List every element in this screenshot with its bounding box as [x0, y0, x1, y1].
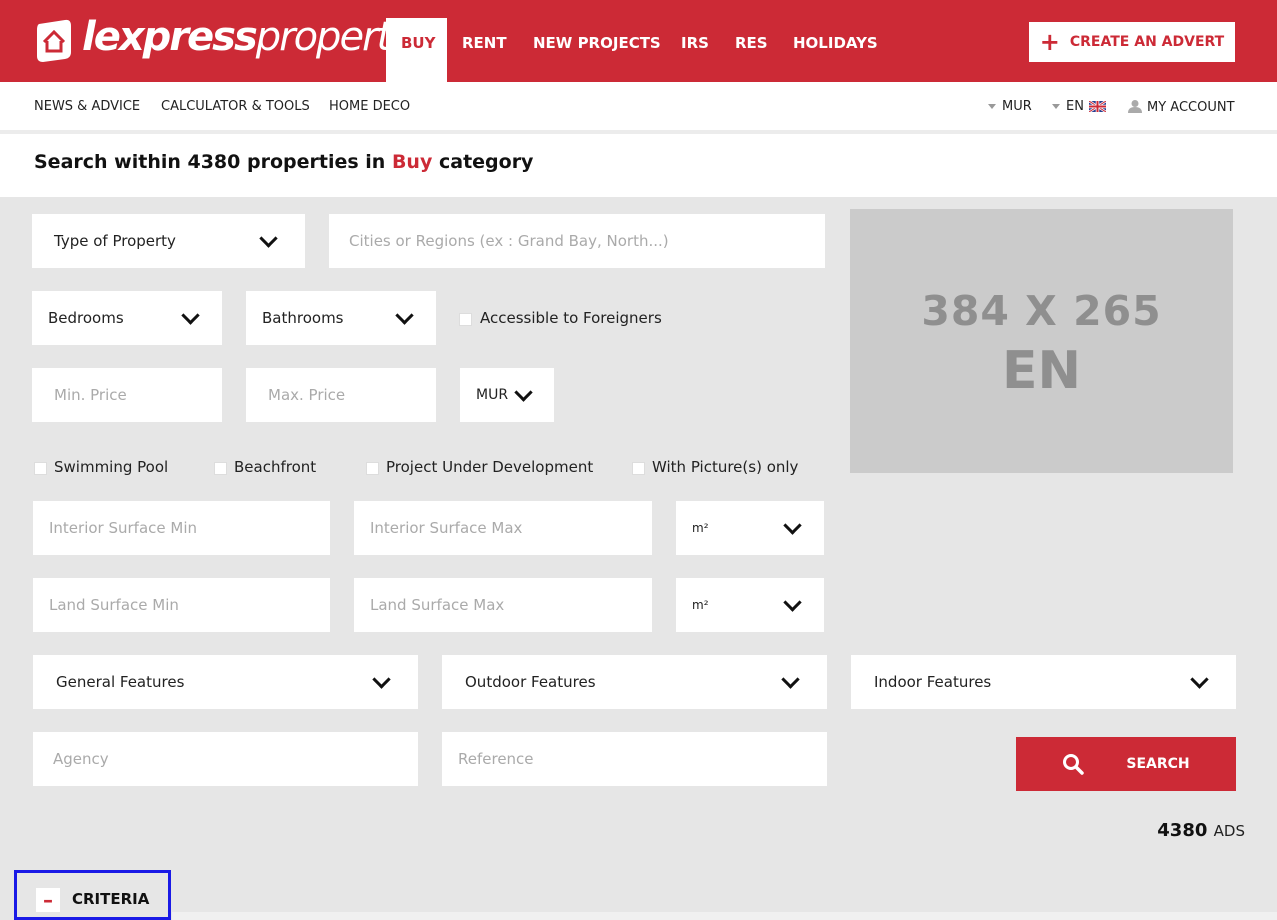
bottom-divider [172, 912, 1277, 920]
subnav-calculator-tools[interactable]: CALCULATOR & TOOLS [161, 99, 310, 114]
chevron-down-icon [181, 306, 200, 325]
create-advert-button[interactable]: + CREATE AN ADVERT [1029, 22, 1235, 62]
my-account-label: MY ACCOUNT [1147, 100, 1235, 115]
language-switcher[interactable]: EN [1052, 99, 1107, 114]
ad-size-text: 384 X 265 [921, 287, 1162, 335]
search-icon [1063, 754, 1085, 775]
title-prefix: Search within 4380 properties in [34, 151, 386, 173]
chevron-down-icon [372, 670, 391, 689]
collapse-minus-icon[interactable]: – [36, 888, 60, 912]
min-price-input[interactable]: Min. Price [32, 368, 222, 422]
title-category: Buy [391, 151, 433, 173]
uk-flag-icon [1088, 99, 1107, 114]
chevron-down-icon [783, 593, 802, 612]
general-features-select[interactable]: General Features [33, 655, 418, 709]
ads-count-number: 4380 [1157, 820, 1208, 841]
reference-input[interactable]: Reference [442, 732, 827, 786]
nav-tab-new-projects[interactable]: NEW PROJECTS [518, 18, 676, 82]
swimming-pool-checkbox[interactable] [34, 462, 47, 475]
with-pictures-checkbox[interactable] [632, 462, 645, 475]
page-title: Search within 4380 properties in Buy cat… [34, 151, 533, 173]
chevron-down-icon [783, 516, 802, 535]
type-of-property-select[interactable]: Type of Property [32, 214, 305, 268]
ad-language-text: EN [1001, 341, 1082, 401]
caret-down-icon [988, 104, 996, 109]
plus-icon: + [1039, 28, 1060, 56]
create-advert-label: CREATE AN ADVERT [1069, 34, 1225, 50]
chevron-down-icon [395, 306, 414, 325]
outdoor-features-select[interactable]: Outdoor Features [442, 655, 827, 709]
search-button-label: SEARCH [1126, 756, 1190, 772]
currency-label: MUR [1002, 99, 1032, 114]
chevron-down-icon [514, 383, 533, 402]
subnav-news-advice[interactable]: NEWS & ADVICE [34, 99, 140, 114]
price-currency-select[interactable]: MUR [460, 368, 554, 422]
subnav-home-deco[interactable]: HOME DECO [329, 99, 410, 114]
logo-bold-text: lexpress [82, 14, 258, 60]
nav-tab-irs[interactable]: IRS [666, 18, 724, 82]
advertisement-placeholder[interactable]: 384 X 265 EN [850, 209, 1233, 473]
logo-house-icon[interactable] [35, 18, 75, 62]
interior-unit-select[interactable]: m² [676, 501, 824, 555]
site-logo[interactable]: lexpressproperty [82, 14, 414, 60]
beachfront-label: Beachfront [234, 458, 317, 476]
agency-input[interactable]: Agency [33, 732, 418, 786]
land-surface-min-input[interactable]: Land Surface Min [33, 578, 330, 632]
interior-surface-max-input[interactable]: Interior Surface Max [354, 501, 652, 555]
type-of-property-label: Type of Property [54, 232, 176, 250]
bedrooms-label: Bedrooms [48, 309, 124, 327]
indoor-features-label: Indoor Features [874, 673, 992, 691]
interior-surface-min-input[interactable]: Interior Surface Min [33, 501, 330, 555]
chevron-down-icon [259, 229, 278, 248]
nav-tab-buy[interactable]: BUY [386, 18, 447, 82]
caret-down-icon [1052, 104, 1060, 109]
land-unit-select[interactable]: m² [676, 578, 824, 632]
my-account-link[interactable]: MY ACCOUNT [1128, 99, 1235, 115]
chevron-down-icon [1190, 670, 1209, 689]
outdoor-features-label: Outdoor Features [465, 673, 596, 691]
search-button[interactable]: SEARCH [1016, 737, 1236, 791]
project-under-development-label: Project Under Development [386, 458, 594, 476]
language-label: EN [1066, 99, 1084, 114]
chevron-down-icon [781, 670, 800, 689]
nav-tab-res[interactable]: RES [720, 18, 783, 82]
land-unit-label: m² [692, 598, 709, 612]
project-under-development-checkbox[interactable] [366, 462, 379, 475]
ads-count: 4380 ADS [1157, 820, 1245, 841]
nav-tab-holidays[interactable]: HOLIDAYS [778, 18, 893, 82]
general-features-label: General Features [56, 673, 185, 691]
price-currency-label: MUR [476, 387, 509, 403]
max-price-input[interactable]: Max. Price [246, 368, 436, 422]
swimming-pool-label: Swimming Pool [54, 458, 169, 476]
bathrooms-label: Bathrooms [262, 309, 344, 327]
user-icon [1128, 100, 1142, 113]
ads-count-label: ADS [1213, 822, 1245, 840]
accessible-foreigners-checkbox[interactable] [459, 313, 472, 326]
interior-unit-label: m² [692, 521, 709, 535]
cities-regions-input[interactable]: Cities or Regions (ex : Grand Bay, North… [329, 214, 825, 268]
nav-tab-rent[interactable]: RENT [447, 18, 522, 82]
with-pictures-label: With Picture(s) only [652, 458, 799, 476]
criteria-label: CRITERIA [72, 890, 150, 908]
bathrooms-select[interactable]: Bathrooms [246, 291, 436, 345]
land-surface-max-input[interactable]: Land Surface Max [354, 578, 652, 632]
bedrooms-select[interactable]: Bedrooms [32, 291, 222, 345]
title-suffix: category [438, 151, 534, 173]
indoor-features-select[interactable]: Indoor Features [851, 655, 1236, 709]
currency-switcher[interactable]: MUR [988, 99, 1032, 114]
accessible-foreigners-label: Accessible to Foreigners [480, 309, 662, 327]
beachfront-checkbox[interactable] [214, 462, 227, 475]
